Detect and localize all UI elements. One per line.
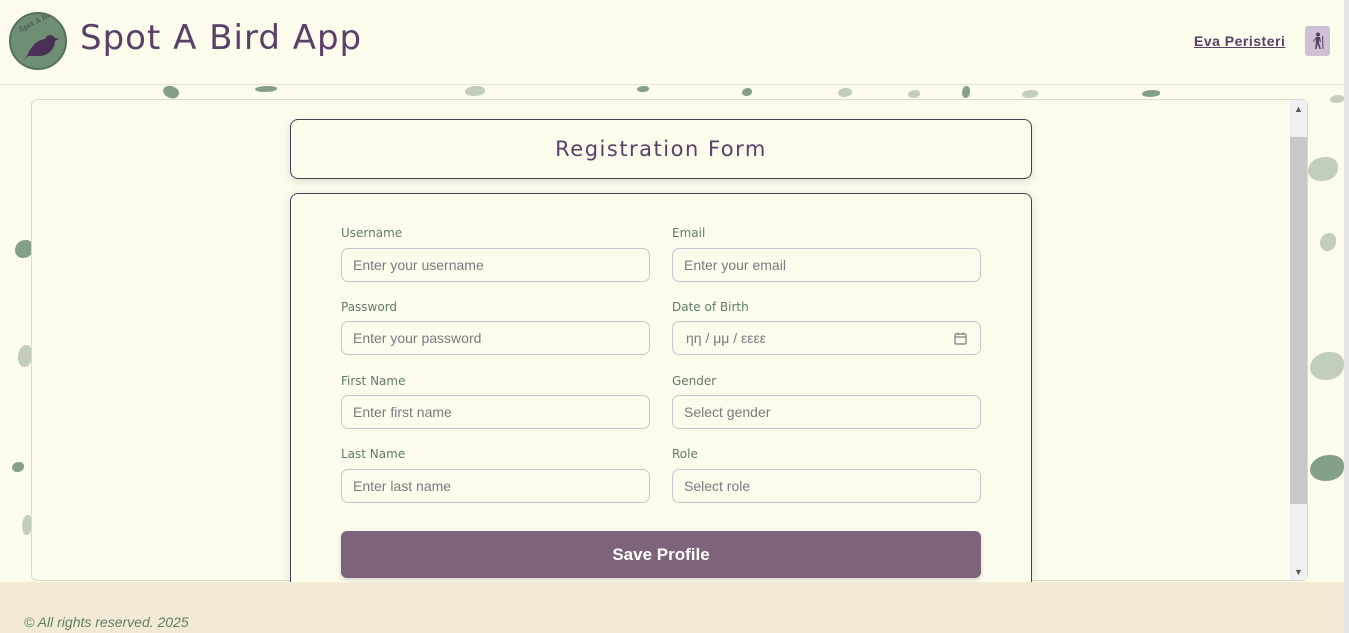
app-header: Spot A Bird Spot A Bird App Eva Perister… [0, 0, 1349, 85]
scrollbar-thumb[interactable] [1290, 137, 1307, 504]
scroll-down-icon[interactable]: ▼ [1290, 563, 1307, 580]
copyright-text: © All rights reserved. 2025 [24, 614, 189, 630]
email-label: Email [672, 226, 706, 240]
dob-placeholder: ηη / μμ / εεεε [686, 330, 767, 346]
role-label: Role [672, 447, 698, 461]
calendar-icon[interactable] [954, 332, 967, 345]
card-scrollbar[interactable]: ▲ ▼ [1290, 100, 1307, 580]
role-selected-value: Select role [684, 478, 751, 494]
user-profile-link[interactable]: Eva Peristeri [1194, 33, 1285, 49]
scroll-up-icon[interactable]: ▲ [1290, 100, 1307, 117]
last-name-input[interactable] [341, 469, 650, 503]
form-title-box: Registration Form [290, 119, 1032, 179]
gender-selected-value: Select gender [684, 404, 771, 420]
first-name-input[interactable] [341, 395, 650, 429]
dob-input[interactable]: ηη / μμ / εεεε [672, 321, 981, 355]
password-input[interactable] [341, 321, 650, 355]
hiker-icon [1312, 32, 1323, 49]
gender-select[interactable]: Select gender [672, 395, 981, 429]
save-profile-button[interactable]: Save Profile [341, 531, 981, 578]
dob-label: Date of Birth [672, 300, 749, 314]
page-scrollbar[interactable] [1344, 0, 1349, 633]
page-footer: © All rights reserved. 2025 [0, 582, 1344, 633]
user-menu-button[interactable] [1305, 26, 1330, 56]
username-input[interactable] [341, 248, 650, 282]
username-label: Username [341, 226, 403, 240]
role-select[interactable]: Select role [672, 469, 981, 503]
email-input[interactable] [672, 248, 981, 282]
first-name-label: First Name [341, 374, 406, 388]
gender-label: Gender [672, 374, 717, 388]
bird-icon [23, 35, 59, 60]
app-title: Spot A Bird App [80, 18, 363, 58]
app-logo[interactable]: Spot A Bird [9, 12, 67, 70]
password-label: Password [341, 300, 398, 314]
form-title: Registration Form [555, 137, 767, 161]
last-name-label: Last Name [341, 447, 406, 461]
